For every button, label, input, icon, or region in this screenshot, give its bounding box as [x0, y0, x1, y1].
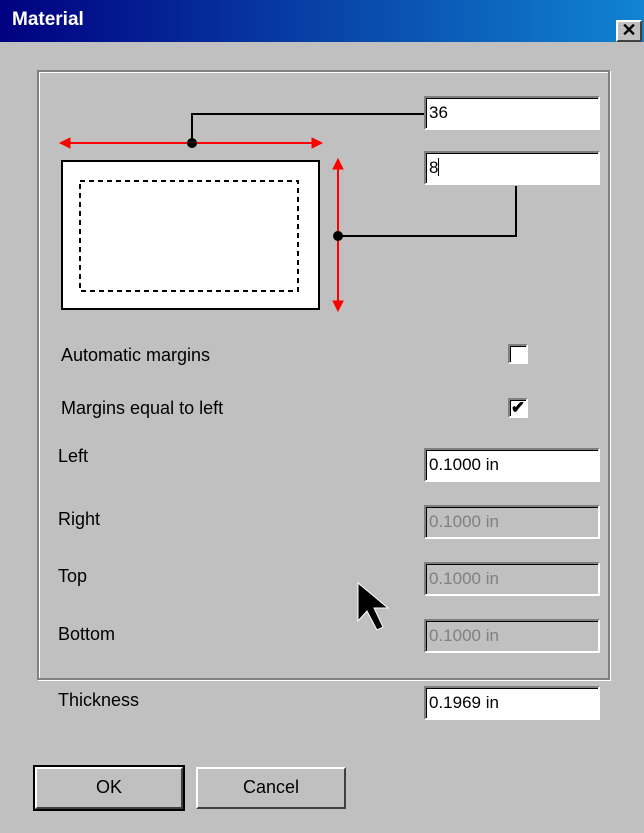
left-margin-label: Left	[58, 446, 89, 466]
thickness-input[interactable]: 0.1969 in	[424, 686, 600, 720]
width-input[interactable]: 36	[424, 96, 600, 130]
text-caret	[438, 158, 440, 176]
height-leader-dot	[333, 231, 343, 241]
material-outer-rect	[61, 160, 320, 310]
top-margin-label: Top	[58, 566, 88, 586]
margins-equal-checkbox[interactable]: ✔	[508, 398, 528, 418]
bottom-margin-label: Bottom	[58, 624, 116, 644]
right-margin-label: Right	[58, 509, 101, 529]
left-margin-input[interactable]: 0.1000 in	[424, 448, 600, 482]
height-leader	[338, 186, 517, 237]
mouse-cursor-icon	[357, 581, 390, 631]
automatic-margins-label: Automatic margins	[61, 345, 211, 365]
ok-button[interactable]: OK	[33, 765, 185, 811]
top-margin-input: 0.1000 in	[424, 562, 600, 596]
checkmark-icon: ✔	[510, 398, 526, 417]
width-leader	[191, 113, 424, 143]
thickness-label: Thickness	[58, 690, 140, 710]
height-input[interactable]: 8	[424, 151, 600, 185]
bottom-margin-input: 0.1000 in	[424, 619, 600, 653]
margins-equal-label: Margins equal to left	[61, 398, 224, 418]
width-leader-dot	[187, 138, 197, 148]
automatic-margins-checkbox[interactable]	[508, 344, 528, 364]
cancel-button[interactable]: Cancel	[196, 767, 346, 809]
right-margin-input: 0.1000 in	[424, 505, 600, 539]
